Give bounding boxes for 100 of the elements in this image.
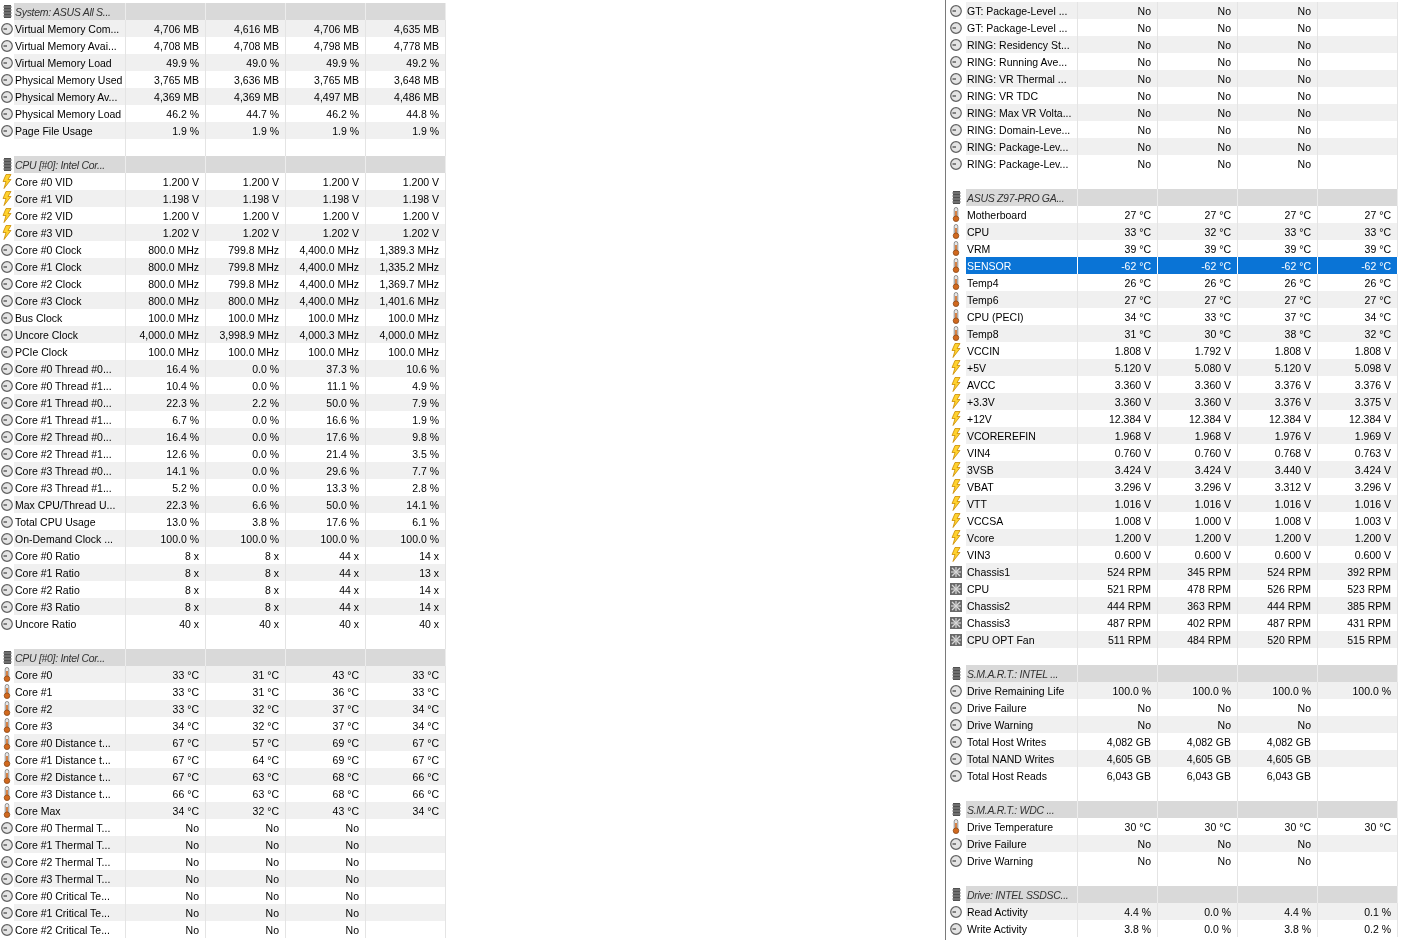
sensor-row[interactable]: Total Host Reads 6,043 GB 6,043 GB 6,043 GB [966,767,1398,784]
sensor-row[interactable]: Core #3 Ratio 8 x 8 x 44 x 14 x [14,598,446,615]
sensor-value: 484 RPM [1187,633,1231,646]
sensor-value: 800.0 MHz [228,294,279,307]
sensor-name: Core #1 Thread #0... [15,396,112,409]
sensor-row[interactable]: Virtual Memory Load 49.9 % 49.0 % 49.9 % 49.2 % [14,54,446,71]
sensor-row[interactable]: Drive Warning No No No [966,716,1398,733]
sensor-row[interactable]: RING: VR Thermal ... No No No [966,70,1398,87]
sensor-value: 385 RPM [1347,599,1391,612]
group-title: ASUS Z97-PRO GA... [967,191,1065,204]
sensor-row[interactable]: Core #3 Thermal T... No No No [14,870,446,887]
sensor-row[interactable]: Virtual Memory Com... 4,706 MB 4,616 MB 4,706 MB 4,635 MB [14,20,446,37]
gauge-icon [1,872,13,885]
gauge-icon [950,701,962,714]
sensor-row[interactable]: +5V 5.120 V 5.080 V 5.120 V 5.098 V [966,359,1398,376]
sensor-value: 12.384 V [1108,412,1151,425]
sensor-row[interactable]: Temp8 31 °C 30 °C 38 °C 32 °C [966,325,1398,342]
sensor-value: 0.760 V [1194,446,1231,459]
sensor-row[interactable]: +3.3V 3.360 V 3.360 V 3.376 V 3.375 V [966,393,1398,410]
gauge-icon [1,447,13,460]
sensor-value: 431 RPM [1347,616,1391,629]
sensor-value: 1,389.3 MHz [379,243,439,256]
sensor-value: No [1217,854,1231,867]
sensor-row[interactable]: Core #1 Thermal T... No No No [14,836,446,853]
sensor-row[interactable]: Core #1 Ratio 8 x 8 x 44 x 13 x [14,564,446,581]
sensor-value: 100.0 % [240,532,279,545]
sensor-row[interactable]: Core #1 Thread #0... 22.3 % 2.2 % 50.0 % 7.9 % [14,394,446,411]
group-title: Drive: INTEL SSDSC... [967,888,1069,901]
sensor-row[interactable]: CPU OPT Fan 511 RPM 484 RPM 520 RPM 515 RPM [966,631,1398,648]
sensor-row[interactable]: GT: Package-Level ... No No No [966,2,1398,19]
sensor-row[interactable]: Core #2 Distance t... 67 °C 63 °C 68 °C 66 °C [14,768,446,785]
sensor-row[interactable]: Core #0 Thread #0... 16.4 % 0.0 % 37.3 % 10.6 % [14,360,446,377]
gauge-icon [1,277,13,290]
sensor-value: 0.600 V [1274,548,1311,561]
sensor-row[interactable]: Drive Failure No No No [966,835,1398,852]
gauge-icon [950,4,962,17]
sensor-row[interactable]: Core #2 Critical Te... No No No [14,921,446,938]
lightning-icon [951,530,961,545]
fan-icon [950,599,962,612]
sensor-name: Virtual Memory Com... [15,22,120,35]
sensor-row[interactable]: Core #0 Distance t... 67 °C 57 °C 69 °C 67 °C [14,734,446,751]
sensor-value: 27 °C [1364,293,1391,306]
sensor-row[interactable]: Chassis1 524 RPM 345 RPM 524 RPM 392 RPM [966,563,1398,580]
sensor-row[interactable]: Drive Warning No No No [966,852,1398,869]
sensor-row[interactable]: Core #2 33 °C 32 °C 37 °C 34 °C [14,700,446,717]
sensor-row[interactable]: Core #2 Thread #0... 16.4 % 0.0 % 17.6 % 9.8 % [14,428,446,445]
sensor-name: Uncore Ratio [15,617,77,630]
sensor-row[interactable]: CPU 33 °C 32 °C 33 °C 33 °C [966,223,1398,240]
gauge-icon [950,55,962,68]
sensor-row[interactable]: RING: Residency St... No No No [966,36,1398,53]
sensor-row[interactable]: Uncore Clock 4,000.0 MHz 3,998.9 MHz 4,000.3 MHz 4,000.0 MHz [14,326,446,343]
sensor-value: 0.0 % [252,362,279,375]
sensor-value: No [1137,123,1151,136]
sensor-value: 26 °C [1124,276,1151,289]
sensor-value: 40 x [419,617,439,630]
sensor-row[interactable]: Core #3 VID 1.202 V 1.202 V 1.202 V 1.202 V [14,224,446,241]
sensor-row[interactable]: Core #1 Clock 800.0 MHz 799.8 MHz 4,400.0 MHz 1,335.2 MHz [14,258,446,275]
sensor-row[interactable]: Max CPU/Thread U... 22.3 % 6.6 % 50.0 % 14.1 % [14,496,446,513]
sensor-value: 3.296 V [1194,480,1231,493]
sensor-row[interactable]: VTT 1.016 V 1.016 V 1.016 V 1.016 V [966,495,1398,512]
sensor-name: PCIe Clock [15,345,68,358]
sensor-row[interactable]: Core #3 Thread #0... 14.1 % 0.0 % 29.6 % 7.7 % [14,462,446,479]
sensor-row[interactable]: Core #1 Critical Te... No No No [14,904,446,921]
sensor-row[interactable]: Core #1 VID 1.198 V 1.198 V 1.198 V 1.198 V [14,190,446,207]
sensor-value: 1.968 V [1194,429,1231,442]
sensor-row[interactable]: Read Activity 4.4 % 0.0 % 4.4 % 0.1 % [966,903,1398,920]
sensor-row[interactable]: VCOREREFIN 1.968 V 1.968 V 1.976 V 1.969 V [966,427,1398,444]
sensor-row[interactable]: Core #0 33 °C 31 °C 43 °C 33 °C [14,666,446,683]
sensor-name: Core #1 Thermal T... [15,838,111,851]
sensor-value: No [1217,55,1231,68]
sensor-row[interactable]: Drive Remaining Life 100.0 % 100.0 % 100.0 % 100.0 % [966,682,1398,699]
sensor-row[interactable]: RING: Package-Lev... No No No [966,155,1398,172]
sensor-value: 34 °C [172,804,199,817]
sensor-value: 27 °C [1364,208,1391,221]
sensor-value: 31 °C [1124,327,1151,340]
sensor-row[interactable]: Page File Usage 1.9 % 1.9 % 1.9 % 1.9 % [14,122,446,139]
sensor-value: 63 °C [252,770,279,783]
sensor-row[interactable]: RING: Package-Lev... No No No [966,138,1398,155]
sensor-row[interactable]: SENSOR -62 °C -62 °C -62 °C -62 °C [966,257,1398,274]
sensor-value: 800.0 MHz [148,243,199,256]
sensor-row[interactable]: 3VSB 3.424 V 3.424 V 3.440 V 3.424 V [966,461,1398,478]
sensor-value: 26 °C [1204,276,1231,289]
sensor-value: 4,000.3 MHz [299,328,359,341]
sensor-row[interactable]: Chassis2 444 RPM 363 RPM 444 RPM 385 RPM [966,597,1398,614]
sensor-value: 22.3 % [166,396,199,409]
sensor-row[interactable]: Write Activity 3.8 % 0.0 % 3.8 % 0.2 % [966,920,1398,937]
sensor-row[interactable]: Uncore Ratio 40 x 40 x 40 x 40 x [14,615,446,632]
sensor-row[interactable]: Vcore 1.200 V 1.200 V 1.200 V 1.200 V [966,529,1398,546]
sensor-row[interactable]: Total NAND Writes 4,605 GB 4,605 GB 4,605 GB [966,750,1398,767]
sensor-row[interactable]: Temp6 27 °C 27 °C 27 °C 27 °C [966,291,1398,308]
thermometer-icon [952,224,960,239]
sensor-value: 4,635 MB [394,22,439,35]
sensor-row[interactable]: RING: Max VR Volta... No No No [966,104,1398,121]
sensor-row[interactable]: Core Max 34 °C 32 °C 43 °C 34 °C [14,802,446,819]
sensor-row[interactable]: Physical Memory Av... 4,369 MB 4,369 MB 4,497 MB 4,486 MB [14,88,446,105]
sensor-row[interactable]: Core #3 Clock 800.0 MHz 800.0 MHz 4,400.0 MHz 1,401.6 MHz [14,292,446,309]
sensor-row[interactable]: On-Demand Clock ... 100.0 % 100.0 % 100.0 % 100.0 % [14,530,446,547]
gauge-icon [1,821,13,834]
sensor-value: No [185,855,199,868]
sensor-value: 13.3 % [326,481,359,494]
